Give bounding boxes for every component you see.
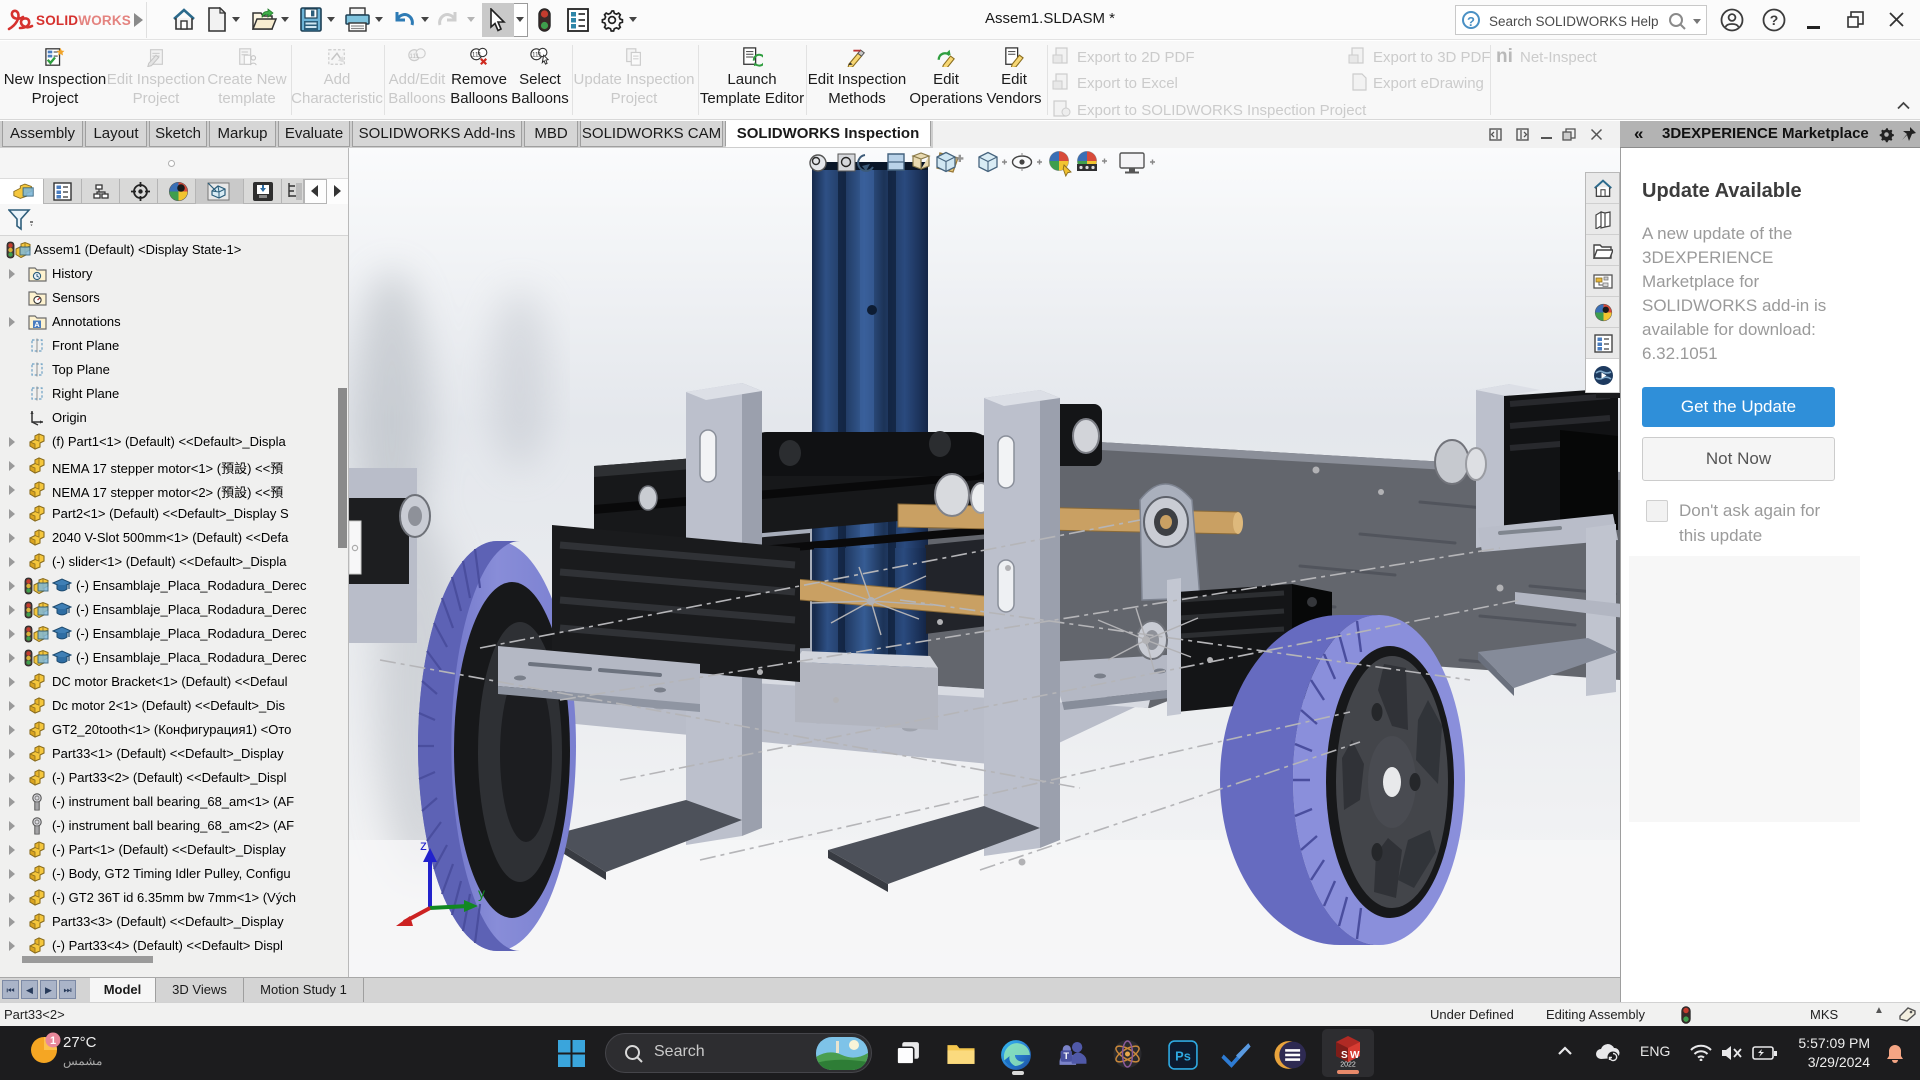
svg-text:1: 1 (50, 1035, 56, 1047)
svg-text:A: A (34, 320, 40, 329)
svg-text:y: y (478, 885, 485, 901)
svg-text:SOLIDWORKS: SOLIDWORKS (36, 13, 131, 28)
svg-text:T: T (1063, 1051, 1069, 1061)
svg-text:2022: 2022 (1340, 1062, 1356, 1069)
svg-text:?: ? (1770, 12, 1779, 28)
svg-text:z: z (420, 837, 427, 853)
svg-text:Ps: Ps (1175, 1048, 1191, 1063)
svg-text:W: W (1350, 1050, 1360, 1061)
svg-text:S: S (1341, 1050, 1348, 1061)
svg-text:111: 111 (409, 53, 419, 60)
svg-text:111: 111 (472, 52, 482, 59)
svg-text:111: 111 (532, 52, 542, 59)
